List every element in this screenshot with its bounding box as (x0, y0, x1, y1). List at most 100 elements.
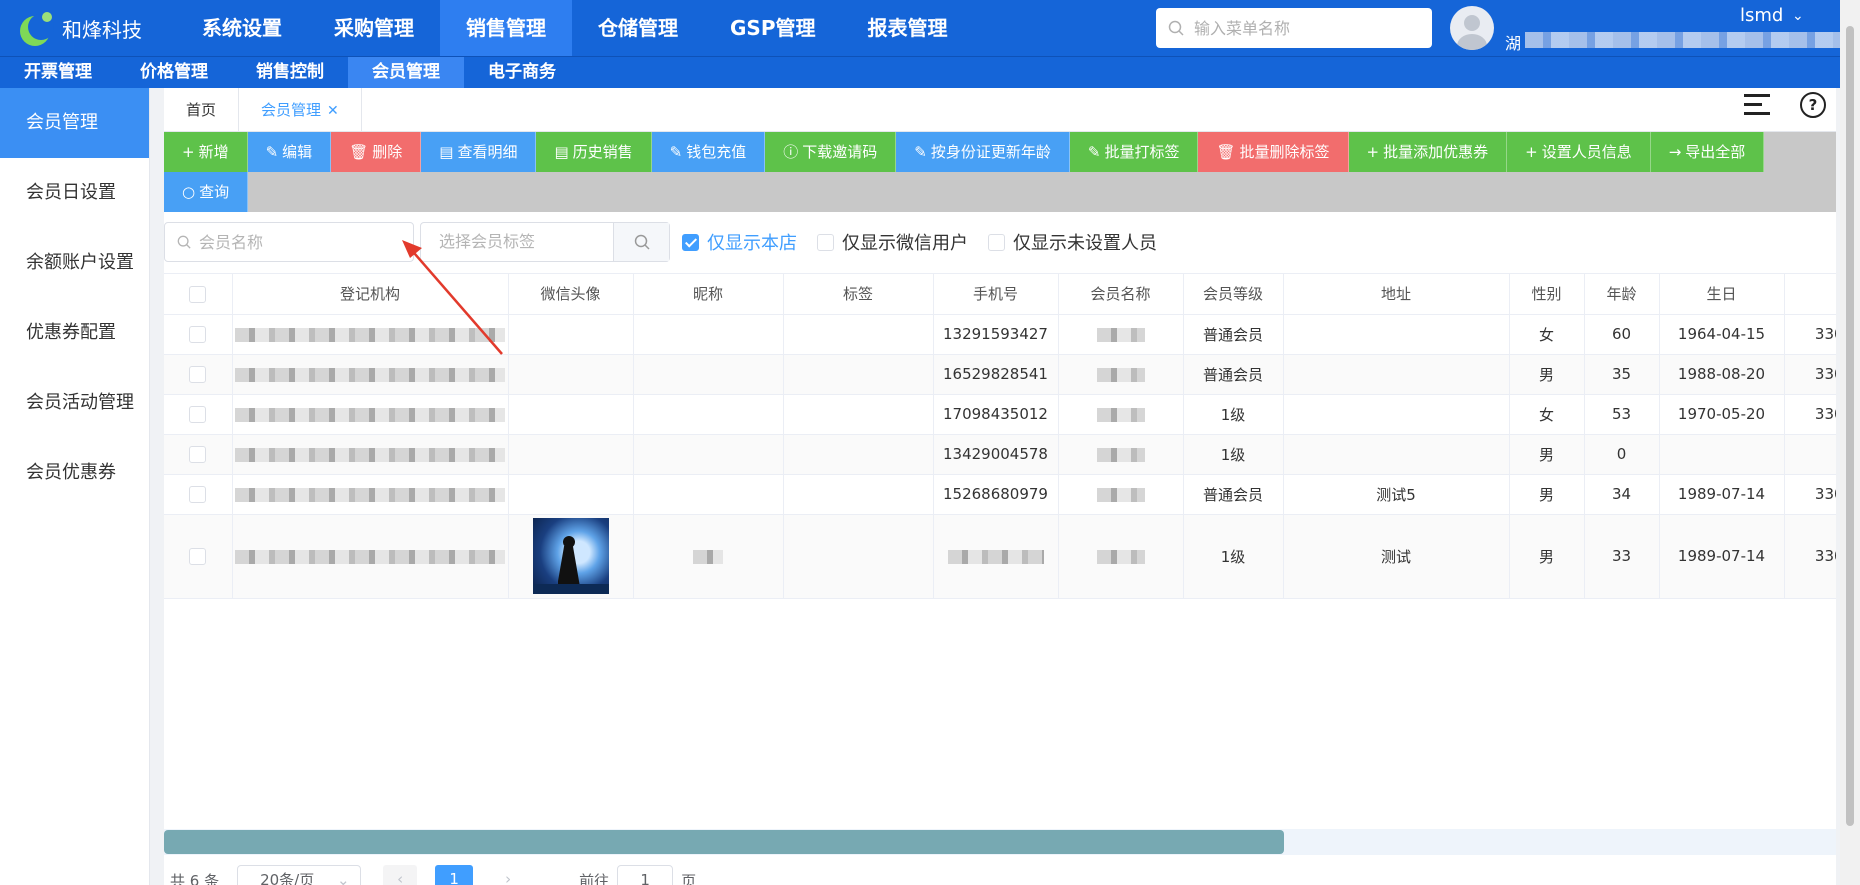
nickname-cell (633, 394, 784, 435)
next-page-button[interactable]: › (491, 865, 526, 885)
row-checkbox[interactable] (189, 326, 207, 343)
avatar-cell (508, 434, 634, 475)
cell-text: 普通会员 (1202, 325, 1263, 344)
idcard-cell: 3307 (1784, 394, 1836, 435)
sidebar-item[interactable]: 会员优惠券 (0, 438, 149, 508)
subnav-item[interactable]: 价格管理 (116, 57, 232, 88)
member-name-input[interactable] (199, 232, 359, 252)
user-avatar[interactable] (1450, 6, 1494, 50)
row-checkbox[interactable] (189, 548, 207, 565)
toolbar-button[interactable]: → 导出全部 (1650, 132, 1765, 172)
filter-checkbox[interactable] (817, 233, 834, 251)
table-cell[interactable] (164, 314, 233, 355)
column-header: 会员等级 (1183, 274, 1284, 315)
toolbar-button[interactable]: 🗑 删除 (331, 132, 422, 172)
idcard-cell: 3307 (1784, 314, 1836, 355)
level-cell: 普通会员 (1183, 354, 1284, 395)
subnav-item[interactable]: 销售控制 (232, 57, 348, 88)
filter-checkbox-label[interactable]: 仅显示未设置人员 (1013, 229, 1157, 255)
menu-search-box[interactable] (1156, 8, 1432, 48)
help-icon[interactable]: ? (1800, 92, 1826, 118)
filter-checkbox-label[interactable]: 仅显示本店 (707, 229, 797, 255)
birthday-cell (1659, 434, 1785, 475)
tab-member-management[interactable]: 会员管理 ✕ (239, 88, 362, 131)
table-row[interactable]: 1级 测试 男 33 1989-07-14 3307 (164, 514, 1836, 599)
table-cell[interactable] (164, 474, 233, 515)
toolbar-button[interactable]: 🗑 批量删除标签 (1198, 132, 1349, 172)
cell-text: 13291593427 (943, 325, 1048, 343)
row-checkbox[interactable] (189, 406, 207, 423)
toolbar-button[interactable]: ▤ 查看明细 (421, 132, 537, 172)
row-checkbox[interactable] (189, 366, 207, 383)
window-scrollbar[interactable] (1840, 0, 1860, 885)
table-row[interactable]: 13291593427 普通会员 女 60 1964-04-15 3307 (164, 314, 1836, 355)
topnav-item[interactable]: 销售管理 (440, 0, 572, 56)
sidebar-item[interactable]: 会员日设置 (0, 158, 149, 228)
scrollbar-thumb[interactable] (1846, 26, 1854, 826)
topnav-item[interactable]: GSP管理 (704, 0, 841, 56)
column-header: 生日 (1659, 274, 1785, 315)
table-row[interactable]: 16529828541 普通会员 男 35 1988-08-20 3307 (164, 354, 1836, 395)
topnav-item[interactable]: 系统设置 (176, 0, 308, 56)
table-row[interactable]: 15268680979 普通会员 测试5 男 34 1989-07-14 3307 (164, 474, 1836, 515)
member-name-filter[interactable] (164, 222, 414, 262)
chevron-down-icon[interactable]: ⌄ (1792, 8, 1804, 24)
table-cell[interactable] (164, 434, 233, 475)
toolbar-button[interactable]: ○ 查询 (164, 172, 249, 212)
toolbar-button[interactable]: ⓘ 下载邀请码 (765, 132, 897, 172)
menu-search-input[interactable] (1194, 18, 1414, 38)
cell-text: 3307 (1814, 485, 1836, 503)
sidebar-item[interactable]: 会员活动管理 (0, 368, 149, 438)
select-all-checkbox[interactable] (189, 285, 207, 303)
redacted-text (235, 407, 505, 422)
page-size-select[interactable]: 20条/页 ⌄ (237, 865, 362, 885)
gender-cell: 男 (1509, 474, 1585, 515)
tag-cell (783, 314, 934, 355)
toolbar-button[interactable]: ✎ 批量打标签 (1069, 132, 1199, 172)
sidebar-item[interactable]: 会员管理 (0, 88, 149, 158)
close-icon[interactable]: ✕ (327, 103, 339, 119)
table-cell[interactable] (164, 514, 233, 599)
username[interactable]: lsmd (1740, 5, 1783, 26)
topnav-item[interactable]: 报表管理 (841, 0, 973, 56)
tag-search-button[interactable] (613, 223, 669, 261)
level-cell: 普通会员 (1183, 474, 1284, 515)
brand-logo[interactable]: 和烽科技 (0, 0, 176, 56)
subnav-item[interactable]: 电子商务 (464, 57, 580, 88)
filter-checkbox-label[interactable]: 仅显示微信用户 (842, 229, 968, 255)
table-row[interactable]: 17098435012 1级 女 53 1970-05-20 3307 (164, 394, 1836, 435)
table-row[interactable]: 13429004578 1级 男 0 (164, 434, 1836, 475)
menu-collapse-icon[interactable] (1744, 94, 1770, 116)
table-cell[interactable] (164, 394, 233, 435)
toolbar-button[interactable]: ▤ 历史销售 (536, 132, 652, 172)
toolbar-button[interactable]: ✎ 编辑 (247, 132, 332, 172)
column-header-label: 昵称 (692, 285, 723, 304)
sidebar-item[interactable]: 余额账户设置 (0, 228, 149, 298)
row-checkbox[interactable] (189, 486, 207, 503)
scrollbar-thumb[interactable] (164, 830, 1284, 854)
horizontal-scrollbar[interactable] (164, 829, 1836, 855)
cell-text: 男 (1538, 365, 1554, 384)
subnav-item[interactable]: 开票管理 (0, 57, 116, 88)
row-checkbox[interactable] (189, 446, 207, 463)
table-cell[interactable] (164, 354, 233, 395)
toolbar-button[interactable]: + 新增 (164, 132, 248, 172)
filter-checkbox[interactable] (988, 233, 1005, 251)
prev-page-button[interactable]: ‹ (383, 865, 418, 885)
toolbar-button[interactable]: + 批量添加优惠券 (1348, 132, 1508, 172)
tab-home[interactable]: 首页 (164, 88, 240, 131)
topnav-item[interactable]: 仓储管理 (572, 0, 704, 56)
address-cell (1283, 354, 1510, 395)
column-header-label: 微信头像 (540, 285, 601, 304)
member-tag-select[interactable]: 选择会员标签 (420, 222, 670, 262)
goto-page-input[interactable]: 1 (617, 865, 674, 885)
toolbar-button[interactable]: ✎ 钱包充值 (651, 132, 766, 172)
member-tag-placeholder[interactable]: 选择会员标签 (421, 223, 613, 261)
current-page[interactable]: 1 (435, 865, 474, 885)
filter-checkbox[interactable] (682, 233, 699, 251)
topnav-item[interactable]: 采购管理 (308, 0, 440, 56)
toolbar-button[interactable]: ✎ 按身份证更新年龄 (896, 132, 1070, 172)
toolbar-button[interactable]: + 设置人员信息 (1507, 132, 1651, 172)
subnav-item[interactable]: 会员管理 (348, 57, 464, 88)
sidebar-item[interactable]: 优惠券配置 (0, 298, 149, 368)
